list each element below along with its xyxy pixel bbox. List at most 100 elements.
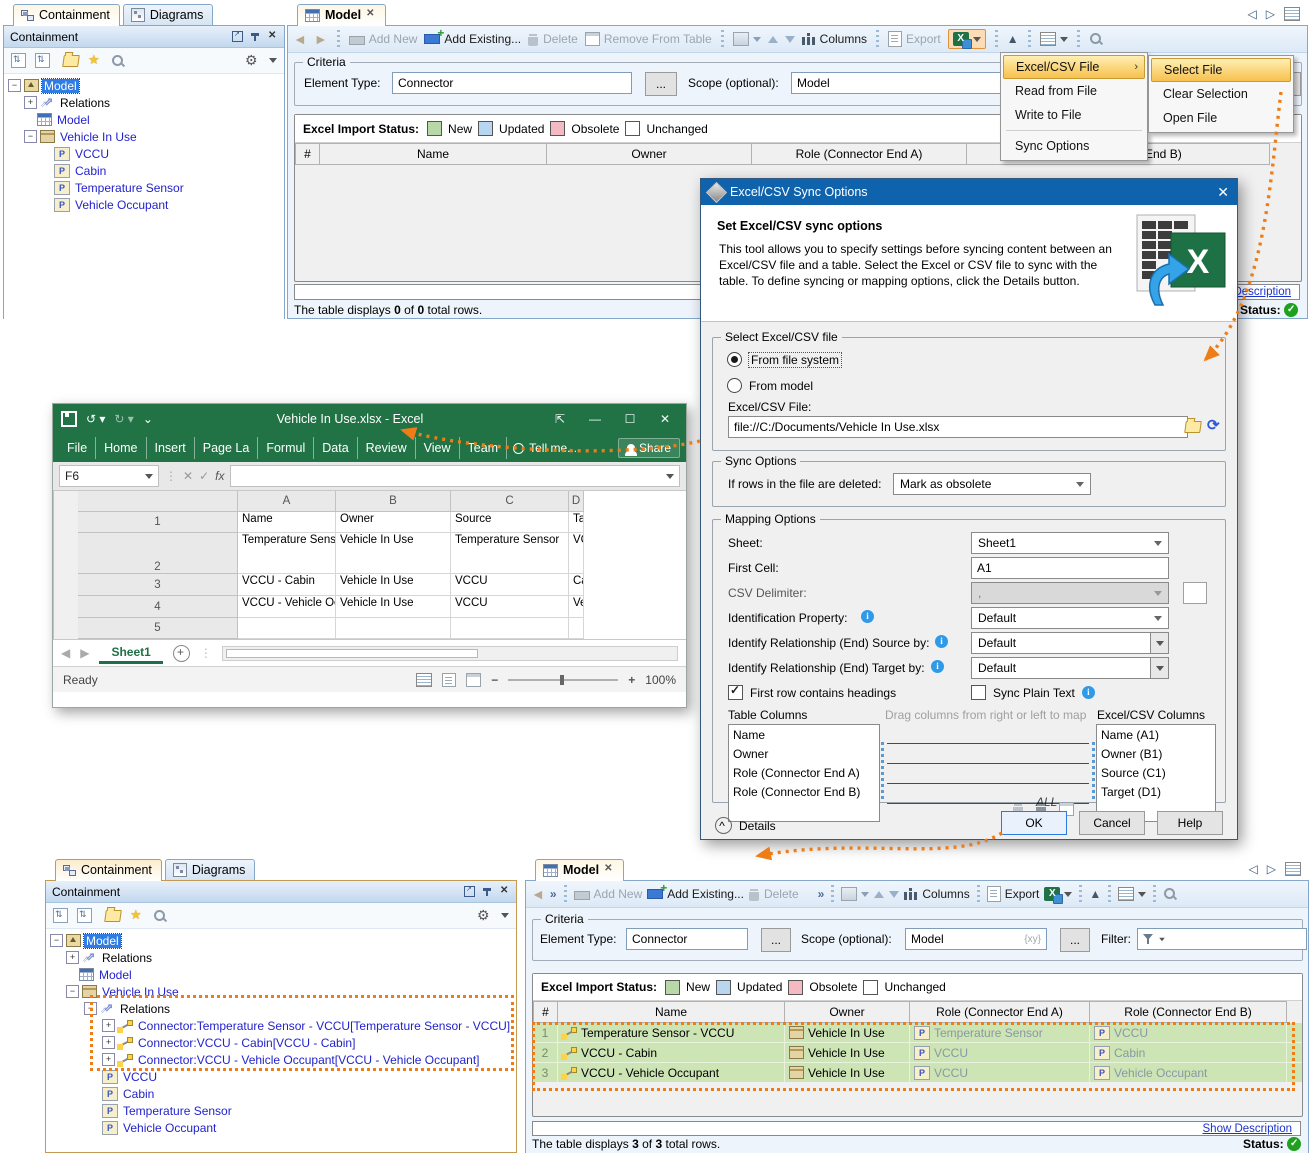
vertical-scrollbar[interactable] (53, 491, 78, 639)
change-type-button[interactable] (733, 32, 761, 46)
cell[interactable]: Temperature Sensor - VCCU (238, 533, 336, 574)
menu-item-read-from-file[interactable]: Read from File (1003, 79, 1145, 103)
collapse-selected-icon[interactable] (35, 53, 50, 68)
tree-item-vehicle-occupant[interactable]: Vehicle Occupant (4, 196, 284, 213)
expander[interactable] (102, 1053, 115, 1066)
cell[interactable]: VCCU - Vehicle Occupant (238, 596, 336, 618)
cell[interactable] (336, 618, 451, 639)
tell-me-button[interactable]: Tell me... (513, 441, 577, 455)
column-header-owner[interactable]: Owner (547, 143, 752, 165)
ribbon-tab-home[interactable]: Home (96, 437, 146, 459)
list-item[interactable]: Source (C1) (1097, 764, 1215, 783)
table-row-1[interactable]: 1 Temperature Sensor - VCCU Vehicle In U… (533, 1023, 1302, 1042)
tree-item-connector-1[interactable]: Connector:Temperature Sensor - VCCU[Temp… (46, 1017, 516, 1034)
expander[interactable] (102, 1036, 115, 1049)
cancel-button[interactable]: Cancel (1079, 811, 1145, 835)
minimize-icon[interactable]: — (582, 412, 608, 426)
excel-columns-list[interactable]: Name (A1) Owner (B1) Source (C1) Target … (1096, 724, 1216, 822)
close-icon[interactable] (268, 32, 278, 42)
collapse-all-icon[interactable] (11, 53, 26, 68)
table-row-3[interactable]: 3 VCCU - Vehicle Occupant Vehicle In Use… (533, 1062, 1302, 1082)
excel-sync-button[interactable] (1044, 887, 1072, 901)
expander[interactable] (84, 1002, 97, 1015)
list-item[interactable]: Name (729, 726, 879, 745)
close-icon[interactable] (500, 887, 510, 897)
mapping-slots[interactable] (887, 724, 1089, 804)
select-all-corner[interactable] (78, 491, 238, 512)
add-existing-button[interactable]: Add Existing... (647, 887, 744, 901)
back-icon[interactable]: ◄ (531, 886, 545, 902)
tab-containment[interactable]: Containment (13, 4, 120, 26)
cell[interactable]: Vehicle In Use (336, 596, 451, 618)
sheet-prev-icon[interactable]: ◀ (61, 646, 70, 660)
gear-icon[interactable] (477, 909, 492, 923)
expander[interactable] (8, 79, 21, 92)
move-down-icon[interactable] (785, 36, 795, 43)
float-icon[interactable] (464, 886, 475, 897)
move-down-icon[interactable] (889, 891, 899, 898)
menu-item-sync-options[interactable]: Sync Options (1003, 134, 1145, 158)
columns-button[interactable]: Columns (802, 32, 867, 46)
dialog-titlebar[interactable]: Excel/CSV Sync Options ✕ (701, 179, 1237, 205)
tree-item-vehicle-in-use[interactable]: Vehicle In Use (46, 983, 516, 1000)
close-tab-icon[interactable] (366, 10, 376, 20)
zoom-level[interactable]: 100% (645, 673, 676, 687)
pin-icon[interactable] (251, 32, 260, 42)
column-header-owner[interactable]: Owner (785, 1001, 910, 1023)
close-window-icon[interactable]: ✕ (652, 412, 678, 426)
tree-item-vccu[interactable]: VCCU (46, 1068, 516, 1085)
tree-item-vccu[interactable]: VCCU (4, 145, 284, 162)
ribbon-display-icon[interactable]: ⇱ (547, 412, 573, 426)
cell[interactable]: VCCU (451, 596, 569, 618)
add-new-button[interactable]: Add New (349, 32, 418, 46)
close-tab-icon[interactable] (604, 865, 614, 875)
add-existing-button[interactable]: Add Existing... (424, 32, 521, 46)
ribbon-tab-page-layout[interactable]: Page La (195, 437, 259, 459)
target-by-combo[interactable]: Default (971, 657, 1151, 679)
tree-item-cabin[interactable]: Cabin (4, 162, 284, 179)
show-description-link[interactable]: Show Description (1203, 1123, 1292, 1135)
menu-item-excel-csv-file[interactable]: Excel/CSV File › (1003, 55, 1145, 79)
delete-button[interactable]: Delete (528, 32, 578, 46)
ok-button[interactable]: OK (1001, 811, 1067, 835)
column-header-role-b[interactable]: Role (Connector End B) (1090, 1001, 1287, 1023)
next-tab-icon[interactable]: ▷ (1267, 862, 1276, 876)
sheet-next-icon[interactable]: ▶ (80, 646, 89, 660)
change-type-button[interactable] (841, 887, 869, 901)
menu-item-clear-selection[interactable]: Clear Selection (1151, 82, 1291, 106)
overflow-chevron-icon[interactable]: » (550, 887, 557, 901)
remove-from-table-button[interactable]: Remove From Table (585, 32, 712, 46)
tab-list-icon[interactable] (1284, 7, 1300, 21)
ribbon-tab-insert[interactable]: Insert (147, 437, 195, 459)
from-model-radio[interactable]: From model (727, 378, 813, 393)
expander[interactable] (24, 96, 37, 109)
move-up-icon[interactable] (768, 36, 778, 43)
from-file-system-radio[interactable]: From file system (727, 352, 841, 367)
source-by-combo[interactable]: Default (971, 632, 1151, 654)
menu-item-write-to-file[interactable]: Write to File (1003, 103, 1145, 127)
excel-sync-button[interactable] (948, 29, 986, 49)
cell[interactable]: VCCU (451, 574, 569, 596)
excel-titlebar[interactable]: ↺ ▾ ↻ ▾ ⌄ Vehicle In Use.xlsx - Excel ⇱ … (53, 404, 686, 434)
cell[interactable]: Vehicle In Use (336, 533, 451, 574)
prev-tab-icon[interactable]: ◁ (1249, 862, 1258, 876)
list-item[interactable]: Role (Connector End A) (729, 764, 879, 783)
columns-button[interactable]: Columns (904, 887, 969, 901)
horizontal-scrollbar[interactable] (222, 646, 678, 661)
col-header-a[interactable]: A (238, 491, 336, 512)
expander[interactable] (50, 934, 63, 947)
forward-icon[interactable]: ► (314, 31, 328, 47)
column-header-name[interactable]: Name (558, 1001, 785, 1023)
cell[interactable]: Vehicle In Use (336, 574, 451, 596)
zoom-out-icon[interactable]: − (491, 673, 498, 687)
sheet-tab[interactable]: Sheet1 (99, 642, 162, 664)
add-new-button[interactable]: Add New (574, 887, 643, 901)
row-header[interactable]: 5 (78, 618, 238, 639)
list-item[interactable]: Owner (729, 745, 879, 764)
gear-caret-icon[interactable] (501, 913, 509, 918)
tree-item-temperature-sensor[interactable]: Temperature Sensor (4, 179, 284, 196)
expander[interactable] (102, 1019, 115, 1032)
prev-tab-icon[interactable]: ◁ (1248, 7, 1257, 21)
fx-icon[interactable]: fx (215, 469, 224, 483)
tab-list-icon[interactable] (1285, 862, 1301, 876)
